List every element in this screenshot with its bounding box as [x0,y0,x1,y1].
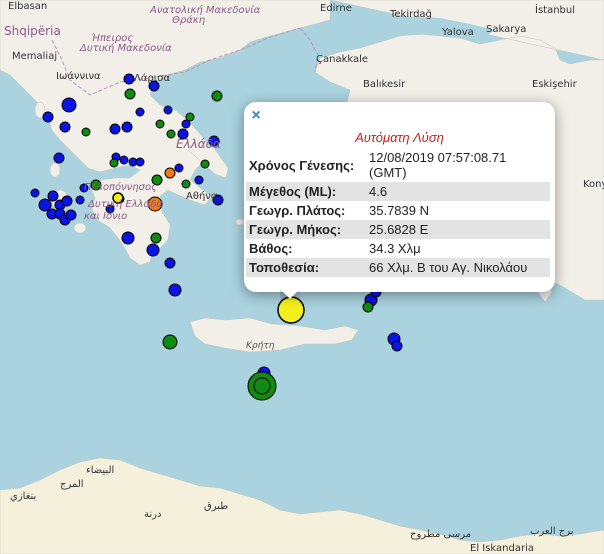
earthquake-marker[interactable] [75,195,85,205]
map-label-konya: Konya [583,179,604,190]
location-value: 66 Χλμ. Β του Αγ. Νικολάου [366,258,550,277]
map-label-alexandria: El Iskandaria [470,543,535,554]
earthquake-marker[interactable] [162,334,178,350]
earthquake-marker[interactable] [135,157,145,167]
map-label-west-greece: Δυτική Ελλάδα [88,199,163,210]
earthquake-marker[interactable] [42,111,54,123]
depth-value: 34.3 Χλμ [369,241,421,256]
earthquake-marker[interactable] [163,105,173,115]
map-label-istanbul: İstanbul [535,5,576,16]
map-label-yalova: Yalova [442,27,474,38]
map-label-al-bayda: البيضاء [86,465,115,476]
map-label-peloponnese: Πελοπόννησος [84,182,157,193]
earthquake-marker[interactable] [38,198,52,212]
longitude-value: 25.6828 E [366,220,550,239]
map-label-tobruk: طبرق [204,501,229,512]
earthquake-marker[interactable] [164,167,176,179]
row-magnitude: Μέγεθος (ML): 4.6 [246,182,550,201]
map-label-ionian: και Ιόνιο [84,211,128,222]
earthquake-marker[interactable] [59,121,71,133]
row-longitude: Γεωγρ. Μήκος: 25.6828 E [246,220,550,239]
map-label-west-macedonia: Δυτική Μακεδονία [80,43,172,54]
map-label-canakkale: Çanakkale [316,54,369,65]
earthquake-marker[interactable] [200,159,210,169]
popup-tip [280,290,300,300]
magnitude-label: Μέγεθος (ML): [246,182,366,201]
location-label: Τοποθεσία: [246,258,366,277]
map-label-tekirdag: Tekirdağ [390,9,432,20]
map-label-larisa: Λάρισα [134,73,171,84]
map-label-east-macedonia: Ανατολική Μακεδονία [150,5,261,16]
map-label-sakarya: Sakarya [486,24,527,35]
earthquake-marker[interactable] [391,340,403,352]
selected-earthquake-marker[interactable] [277,296,305,324]
popup-title: Αυτόματη Λύση [355,130,444,145]
earthquake-marker[interactable] [109,158,119,168]
earthquake-marker[interactable] [211,90,223,102]
earthquake-marker[interactable] [194,175,204,185]
earthquake-marker[interactable] [121,231,135,245]
map-label-athens: Αθήνα [186,191,218,202]
longitude-label: Γεωγρ. Μήκος: [246,220,366,239]
popup-info-table: Χρόνος Γένεσης: 12/08/2019 07:57:08.71 (… [246,148,550,277]
earthquake-marker[interactable] [47,190,59,202]
earthquake-marker[interactable] [168,283,182,297]
earthquake-marker[interactable] [123,73,135,85]
earthquake-marker[interactable] [166,129,176,139]
map-label-ioannina: Ιωάννινα [56,71,101,82]
earthquake-marker[interactable] [362,301,374,313]
earthquake-marker[interactable] [164,257,176,269]
map-label-greece: Ελλάδα [176,137,221,151]
map-label-eskisehir: Eskişehir [532,79,577,90]
map-label-balikesir: Balıkesir [363,79,406,90]
earthquake-marker[interactable] [135,107,145,117]
map-label-edirne: Edirne [320,3,352,14]
map-label-crete: Κρήτη [246,341,275,351]
earthquake-marker[interactable] [30,188,40,198]
earthquake-marker[interactable] [155,119,165,129]
map-label-thrace: Θράκη [172,15,206,26]
row-latitude: Γεωγρ. Πλάτος: 35.7839 N [246,201,550,220]
map-label-benghazi: بنغازي [10,491,37,502]
earthquake-marker[interactable] [119,155,129,165]
map-label-marsa-matruh: مرسى مطروح [410,529,472,540]
latitude-value: 35.7839 N [369,203,429,218]
earthquake-marker[interactable] [53,152,65,164]
earthquake-marker[interactable] [185,112,195,122]
earthquake-marker[interactable] [121,121,133,133]
popup-close-button[interactable]: × [249,108,263,124]
map-label-albania: Shqipëria [4,24,61,38]
origin-time-label: Χρόνος Γένεσης: [249,157,355,173]
earthquake-marker[interactable] [65,209,77,221]
earthquake-marker[interactable] [174,163,184,173]
depth-label: Βάθος: [249,241,293,256]
map-label-derna: درنة [144,509,162,520]
map-label-borg-el-arab: برج العرب [530,526,574,537]
map-label-elbasan: Elbasan [8,1,48,12]
earthquake-marker[interactable] [109,123,121,135]
row-origin-time: Χρόνος Γένεσης: 12/08/2019 07:57:08.71 (… [246,148,550,182]
earthquake-marker[interactable] [181,179,191,189]
row-depth: Βάθος: 34.3 Χλμ [246,239,550,258]
earthquake-marker[interactable] [146,243,160,257]
magnitude-value: 4.6 [366,182,550,201]
earthquake-marker-large[interactable] [253,377,271,395]
row-location: Τοποθεσία: 66 Χλμ. Β του Αγ. Νικολάου [246,258,550,277]
earthquake-marker[interactable] [150,232,162,244]
earthquake-marker[interactable] [124,88,136,100]
earthquake-marker[interactable] [61,97,77,113]
earthquake-marker[interactable] [81,127,91,137]
map-label-al-marj: المرج [60,479,84,490]
map-label-memaliaj: Memaliaj [12,51,58,62]
latitude-label: Γεωγρ. Πλάτος: [249,203,346,218]
earthquake-marker[interactable] [61,195,73,207]
origin-time-value: 12/08/2019 07:57:08.71 (GMT) [369,150,507,180]
